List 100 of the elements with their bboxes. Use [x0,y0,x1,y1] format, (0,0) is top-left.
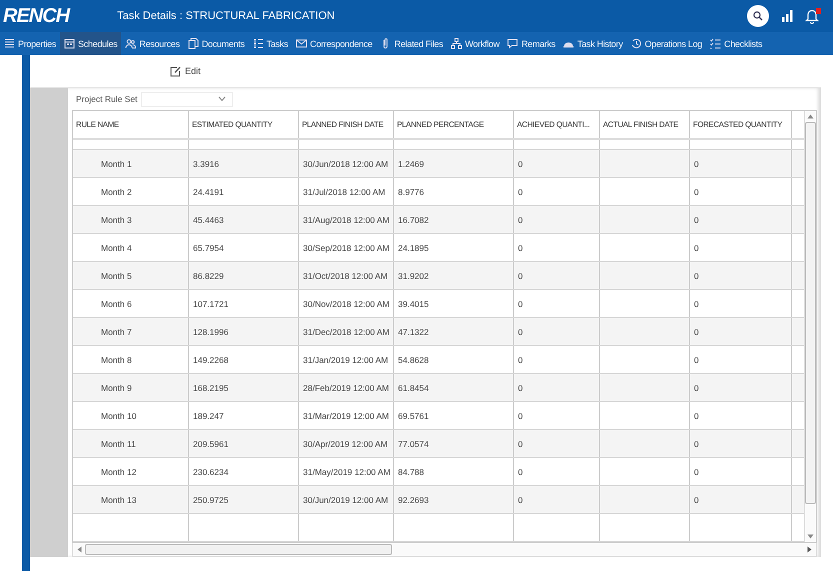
list-icon [710,38,722,49]
table-cell: Month 13 [101,494,136,504]
search-button[interactable] [747,5,769,27]
list-icon [252,38,264,49]
table-cell: 45.4463 [193,214,224,224]
hierarchy-icon [451,38,462,49]
table-cell: 250.9725 [193,494,228,504]
table-cell: 0 [694,382,699,392]
table-cell: 230.6234 [193,466,228,476]
scroll-right-icon [807,546,812,553]
nav-tab[interactable]: Documents [184,32,249,55]
table-cell: 0 [518,158,523,168]
table-cell: 0 [518,494,523,504]
table-cell: 31/Aug/2018 12:00 AM [303,214,390,224]
table-cell: 30/Jun/2019 12:00 AM [303,494,388,504]
table-cell: Month 10 [101,410,136,420]
nav-tab[interactable]: Checklists [706,32,766,55]
table-cell: 0 [694,242,699,252]
table-cell: 31/Mar/2019 12:00 AM [303,410,390,420]
table-cell: 0 [694,186,699,196]
table-cell: 30/Nov/2018 12:00 AM [303,298,390,308]
scroll-up-icon [807,114,814,119]
table-cell: Month 5 [101,270,132,280]
table-cell: Month 9 [101,382,132,392]
table-cell: 0 [694,158,699,168]
table-cell: 30/Apr/2019 12:00 AM [303,438,388,448]
table-cell: 86.8229 [193,270,224,280]
nav-tab[interactable]: Remarks [503,32,560,55]
table-cell: 54.8628 [398,354,429,364]
table-cell: Month 12 [101,466,136,476]
table-cell: 149.2268 [193,354,228,364]
table-cell: 128.1996 [193,326,228,336]
envelope-icon [296,38,308,49]
table-cell: 0 [694,354,699,364]
table-cell: 16.7082 [398,214,429,224]
notification-bell-icon[interactable] [805,8,819,24]
table-cell: 39.4015 [398,298,429,308]
table-cell: 47.1322 [398,326,429,336]
table-cell: 0 [518,214,523,224]
table-cell: Month 8 [101,354,132,364]
table-cell: 1.2469 [398,158,424,168]
table-cell: 0 [518,466,523,476]
table-cell: 0 [694,298,699,308]
table-cell: 0 [518,354,523,364]
nav-tab[interactable]: Workflow [447,32,504,55]
table-cell: 30/Jun/2018 12:00 AM [303,158,388,168]
edit-button[interactable]: Edit [168,64,203,78]
chevron-down-icon [218,96,226,102]
table-cell: 24.1895 [398,242,429,252]
table-cell: 0 [518,382,523,392]
speech-bubble-icon [507,38,518,49]
edit-icon [170,66,181,76]
table-cell: 0 [518,410,523,420]
table-cell: 77.0574 [398,438,429,448]
table-cell: Month 4 [101,242,132,252]
table-cell: 0 [518,326,523,336]
table-cell: 0 [694,494,699,504]
history-icon [630,38,642,49]
calendar-icon [64,38,76,49]
table-cell: Month 2 [101,186,132,196]
table-cell: 0 [518,242,523,252]
table-cell: 0 [694,466,699,476]
project-rule-set-label: Project Rule Set [76,94,138,104]
scroll-down-icon [807,534,814,539]
search-icon [753,11,763,21]
table-cell: 3.3916 [193,158,219,168]
table-cell: 84.788 [398,466,424,476]
table-cell: 24.4191 [193,186,224,196]
nav-tab[interactable]: Resources [121,32,184,55]
table-cell: 31/Dec/2018 12:00 AM [303,326,390,336]
horizontal-scrollbar[interactable] [72,543,817,557]
table-cell: 0 [694,326,699,336]
table-cell: 0 [694,270,699,280]
nav-tab[interactable]: Tasks [248,32,292,55]
nav-tab[interactable]: Schedules [60,32,122,55]
table-cell: 31/Oct/2018 12:00 AM [303,270,388,280]
list-icon [4,38,15,49]
table-cell: 61.8454 [398,382,429,392]
table-cell: 31/Jul/2018 12:00 AM [303,186,386,196]
nav-tab[interactable]: Properties [0,32,60,55]
table-cell: Month 3 [101,214,132,224]
table-cell: 8.9776 [398,186,424,196]
table-cell: 189.247 [193,410,224,420]
signal-bars-icon[interactable] [781,10,795,22]
table-cell: 92.2693 [398,494,429,504]
nav-tab[interactable]: Correspondence [292,32,376,55]
table-cell: Month 1 [101,158,132,168]
table-cell: 0 [694,438,699,448]
nav-tab[interactable]: Related Files [376,32,448,55]
table-cell: 107.1721 [193,298,228,308]
table-cell: 209.5961 [193,438,228,448]
nav-tab[interactable]: Task History [559,32,627,55]
nav-tab[interactable]: Operations Log [626,32,706,55]
vertical-scrollbar[interactable] [804,111,816,542]
scroll-left-icon [77,546,82,553]
table-cell: Month 7 [101,326,132,336]
table-cell: 0 [518,186,523,196]
table-cell: 0 [518,270,523,280]
table-cell: 69.5761 [398,410,429,420]
table-cell: 30/Sep/2018 12:00 AM [303,242,390,252]
